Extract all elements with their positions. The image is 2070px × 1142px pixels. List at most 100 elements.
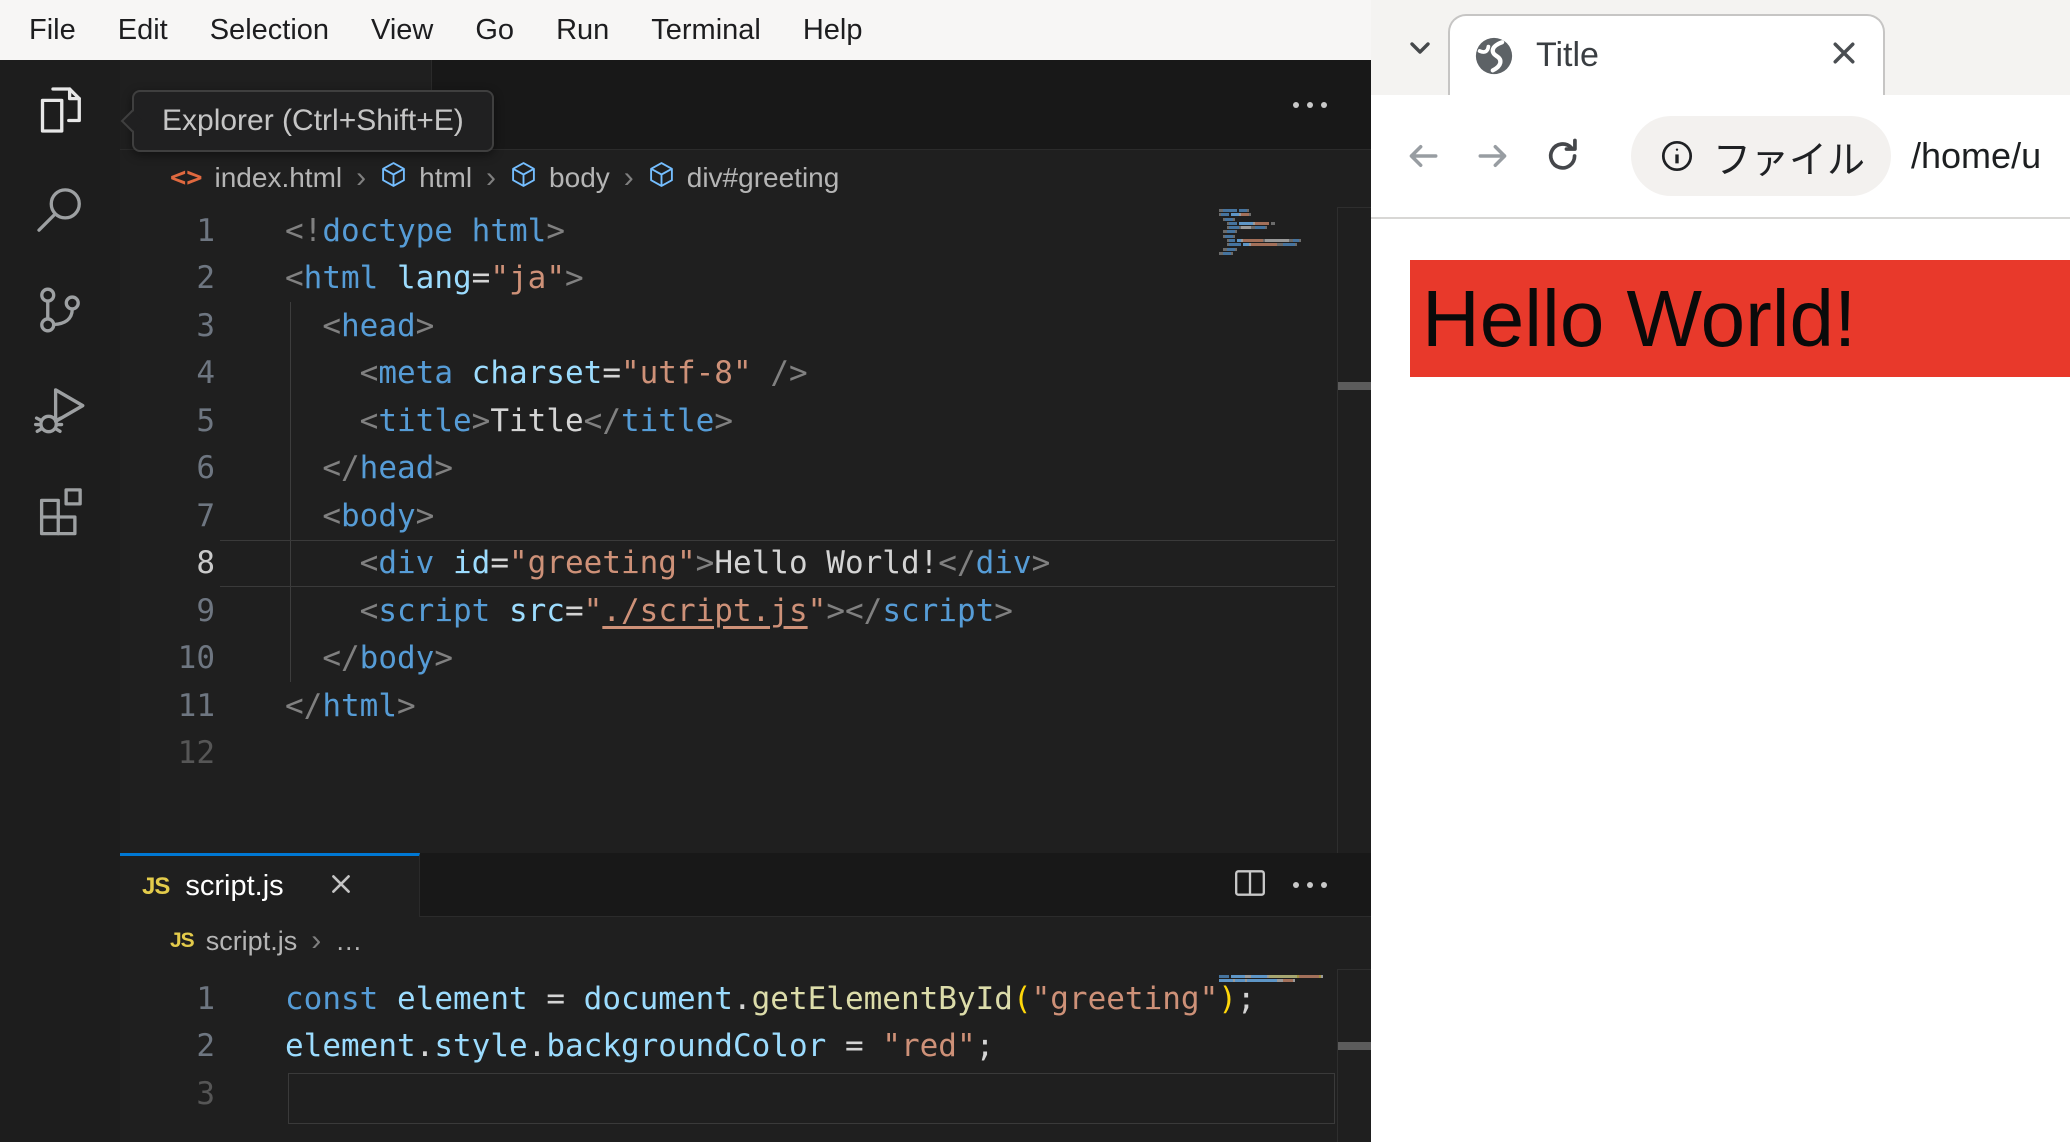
code-line-3[interactable]: 3 [120,1070,1371,1123]
breadcrumb-more[interactable]: … [335,926,362,957]
menu-item-selection[interactable]: Selection [189,14,350,47]
screen: File Edit Selection View Go Run Terminal Help [0,0,2070,1142]
code-text: </body> [322,640,453,677]
chevron-right-icon: › [623,160,634,194]
vscode-window: File Edit Selection View Go Run Terminal Help [0,0,1371,1142]
activity-bar [0,60,120,1142]
explorer-icon[interactable] [0,60,120,160]
menu-item-view[interactable]: View [350,14,454,47]
menu-item-edit[interactable]: Edit [97,14,189,47]
tab-script-js[interactable]: JS script.js [120,853,420,917]
forward-icon[interactable] [1471,134,1515,178]
more-actions-icon[interactable] [1293,101,1327,108]
explorer-tooltip: Explorer (Ctrl+Shift+E) [120,90,494,152]
tab-close-icon[interactable] [1829,38,1859,73]
code-line-11[interactable]: 11 </html> [120,682,1371,730]
code-line-12[interactable]: 12 [120,730,1371,778]
chevron-right-icon: › [486,160,497,194]
line-number: 6 [196,450,215,487]
split-editor-icon[interactable] [1233,869,1267,902]
js-file-icon: JS [170,929,195,952]
browser-viewport: Hello World! [1371,219,2070,1142]
search-icon[interactable] [0,160,120,260]
browser-window: Title ファイル /home/u Hello World! [1371,0,2070,1142]
code-line-9[interactable]: 9 <script src="./script.js"></script> [120,587,1371,635]
line-number: 7 [196,497,215,534]
line-number: 11 [177,687,215,724]
tab-label: script.js [185,870,284,902]
menu-item-help[interactable]: Help [782,14,884,47]
code-editor-js[interactable]: 1 const element = document.getElementById… [120,965,1371,1142]
html-file-icon: <> [170,162,203,193]
more-actions-icon[interactable] [1293,882,1327,888]
site-info-label: ファイル [1713,139,1866,182]
line-number: 1 [196,212,215,249]
chevron-right-icon: › [356,160,367,194]
js-file-icon: JS [142,872,170,900]
code-line-8[interactable]: 8 <div id="greeting">Hello World!</div> [120,539,1371,588]
line-number: 4 [196,355,215,392]
code-line-10[interactable]: 10 </body> [120,635,1371,683]
breadcrumb: <> index.html › html › body › div#greeti… [120,150,1371,205]
browser-tab-title: Title [1536,36,1599,74]
line-number: 3 [196,1075,215,1112]
line-number: 12 [177,735,215,772]
line-number: 5 [196,402,215,439]
code-text: <head> [322,307,435,344]
source-control-icon[interactable] [0,260,120,360]
browser-tab[interactable]: Title [1448,14,1885,95]
breadcrumb-seg[interactable]: body [549,162,610,194]
line-number: 1 [196,980,215,1017]
code-line-2[interactable]: 2 element.style.backgroundColor = "red"; [120,1023,1371,1071]
code-text: <title>Title</title> [359,402,733,439]
code-text: <script src="./script.js"></script> [359,592,1013,629]
code-text: <div id="greeting">Hello World!</div> [359,545,1051,582]
code-line-1[interactable]: 1 <!doctype html> [120,207,1371,255]
symbol-cube-icon [380,161,407,195]
extensions-icon[interactable] [0,460,120,560]
code-text: </head> [322,450,453,487]
address-bar-url[interactable]: /home/u [1911,135,2041,177]
info-icon [1661,140,1693,172]
back-icon[interactable] [1401,134,1445,178]
globe-favicon-icon [1475,37,1513,74]
code-text: <meta charset="utf-8" /> [359,355,808,392]
close-icon[interactable] [328,871,354,902]
code-text: <html lang="ja"> [285,260,584,297]
breadcrumb-file[interactable]: index.html [215,162,343,194]
tab-list-chevron-icon[interactable] [1401,29,1439,72]
menu-item-terminal[interactable]: Terminal [630,14,782,47]
reload-icon[interactable] [1541,134,1585,178]
code-line-7[interactable]: 7 <body> [120,492,1371,540]
editor-group-html: <> index.html › html › body › div#greeti… [120,60,1371,853]
run-debug-icon[interactable] [0,360,120,460]
menu-bar: File Edit Selection View Go Run Terminal Help [0,0,1371,60]
menu-item-go[interactable]: Go [454,14,535,47]
code-text: <body> [322,497,435,534]
breadcrumb-file[interactable]: script.js [206,926,298,957]
site-info-chip[interactable]: ファイル [1631,116,1892,196]
menu-item-run[interactable]: Run [535,14,630,47]
symbol-cube-icon [510,161,537,195]
breadcrumb-js: JS script.js › … [120,917,1371,965]
line-number: 9 [196,592,215,629]
code-text: <!doctype html> [285,212,565,249]
symbol-cube-icon [648,161,675,195]
editor-group-js: JS script.js JS script.js › … 1 const el… [120,853,1371,1142]
line-number: 8 [196,545,215,582]
code-line-1[interactable]: 1 const element = document.getElementById… [120,975,1371,1023]
editor-area: <> index.html › html › body › div#greeti… [120,60,1371,1142]
breadcrumb-seg[interactable]: html [419,162,472,194]
code-editor-html[interactable]: 1 <!doctype html> 2 <html lang="ja"> 3 <head… [120,205,1371,853]
menu-item-file[interactable]: File [8,14,97,47]
line-number: 3 [196,307,215,344]
code-text: </html> [285,687,416,724]
code-line-6[interactable]: 6 </head> [120,445,1371,493]
code-line-5[interactable]: 5 <title>Title</title> [120,397,1371,445]
code-line-4[interactable]: 4 <meta charset="utf-8" /> [120,350,1371,398]
code-line-3[interactable]: 3 <head> [120,302,1371,350]
tab-bar-js: JS script.js [120,853,1371,917]
line-number: 2 [196,260,215,297]
breadcrumb-seg[interactable]: div#greeting [687,162,840,194]
code-line-2[interactable]: 2 <html lang="ja"> [120,255,1371,303]
